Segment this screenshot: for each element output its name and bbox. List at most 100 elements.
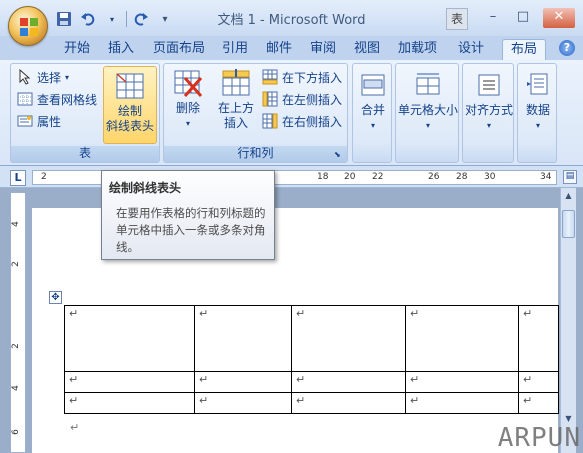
delete-button[interactable]: 删除 ▾ — [168, 68, 208, 131]
help-icon[interactable]: ? — [559, 40, 575, 56]
table-cell[interactable]: ↵ — [194, 392, 292, 414]
delete-table-icon — [174, 70, 203, 97]
table-cell[interactable]: ↵ — [194, 305, 292, 372]
draw-diagonal-header-button[interactable]: 绘制 斜线表头 — [103, 66, 157, 144]
insert-above-label-1: 在上方 — [217, 101, 254, 115]
draw-diagonal-label-2: 斜线表头 — [105, 119, 154, 133]
data-button[interactable]: 数据 ▾ — [520, 70, 556, 133]
ruler-tick: 26 — [428, 172, 440, 182]
table-cell[interactable]: ↵ — [291, 392, 406, 414]
insert-above-icon — [222, 69, 250, 96]
vruler-tick: 2 — [10, 261, 21, 267]
vruler-tick: 6 — [10, 429, 21, 435]
tab-home[interactable]: 开始 — [56, 39, 98, 60]
cell-size-button[interactable]: 单元格大小 ▾ — [398, 70, 458, 133]
table-cell[interactable]: ↵ — [405, 305, 519, 372]
table-row: ↵ ↵ ↵ ↵ ↵ — [64, 305, 559, 372]
table-cell[interactable]: ↵ — [518, 371, 559, 393]
group-table-label: 表 — [11, 146, 159, 162]
ribbon-tabs: 开始 插入 页面布局 引用 邮件 审阅 视图 加载项 设计 布局 ? — [0, 36, 583, 60]
ruler-row: L 2 18 20 22 26 28 30 34 ▤ — [0, 166, 583, 188]
watermark-logo: ARPUN — [497, 423, 581, 453]
alignment-button[interactable]: 对齐方式 ▾ — [463, 70, 515, 133]
group-table: 选择 ▾ 查看网格线 属性 绘制 斜线表头 表 — [10, 63, 160, 163]
office-button[interactable] — [8, 6, 48, 46]
table-move-handle-icon[interactable]: ✥ — [49, 291, 62, 304]
view-gridlines-button[interactable]: 查看网格线 — [17, 89, 97, 109]
group-cell-size: 单元格大小 ▾ — [395, 63, 459, 163]
properties-button[interactable]: 属性 — [17, 111, 61, 131]
ruler-tick: 2 — [41, 172, 47, 182]
tab-add-ins[interactable]: 加载项 — [390, 39, 445, 60]
document-table[interactable]: ↵ ↵ ↵ ↵ ↵ ↵ ↵ ↵ ↵ ↵ ↵ ↵ ↵ ↵ ↵ — [64, 305, 559, 414]
tab-design[interactable]: 设计 — [450, 39, 492, 60]
group-rows-columns: 删除 ▾ 在上方 插入 在下方插入 在左侧插入 在右侧插入 行和列 ⬊ — [163, 63, 348, 163]
tab-mailings[interactable]: 邮件 — [258, 39, 300, 60]
table-cell[interactable]: ↵ — [518, 305, 559, 372]
properties-icon — [17, 115, 33, 127]
cursor-arrow-icon — [19, 69, 31, 85]
alignment-dropdown-caret: ▾ — [486, 121, 491, 130]
ruler-tick: 18 — [317, 172, 329, 182]
table-cell[interactable]: ↵ — [64, 392, 195, 414]
insert-below-button[interactable]: 在下方插入 — [262, 67, 342, 87]
close-button[interactable]: ✕ — [543, 8, 575, 28]
ruler-tick: 22 — [372, 172, 384, 182]
super-tooltip: 绘制斜线表头 在要用作表格的行和列标题的单元格中插入一条或多条对角线。 — [101, 170, 275, 260]
vertical-ruler[interactable]: 4 2 2 4 6 — [10, 192, 26, 453]
table-cell[interactable]: ↵ — [64, 305, 195, 372]
ruler-tick: 34 — [540, 172, 552, 182]
cell-size-icon — [416, 73, 440, 95]
tooltip-title: 绘制斜线表头 — [109, 181, 182, 195]
tab-review[interactable]: 审阅 — [302, 39, 344, 60]
office-logo-icon — [20, 18, 38, 36]
tab-insert[interactable]: 插入 — [100, 39, 142, 60]
table-cell[interactable]: ↵ — [291, 371, 406, 393]
scroll-thumb[interactable] — [562, 210, 575, 238]
select-dropdown-caret: ▾ — [65, 72, 70, 82]
insert-right-icon — [262, 113, 278, 129]
view-ruler-icon[interactable]: ▤ — [563, 170, 577, 184]
delete-label: 删除 — [175, 101, 200, 115]
table-cell[interactable]: ↵ — [291, 305, 406, 372]
dialog-launcher-icon[interactable]: ⬊ — [334, 150, 344, 160]
insert-right-button[interactable]: 在右侧插入 — [262, 111, 342, 131]
tab-selector-icon[interactable]: L — [10, 170, 26, 186]
title-bar: ▾ ▾ 文档 1 - Microsoft Word 表 – □ ✕ — [0, 0, 583, 36]
tab-references[interactable]: 引用 — [214, 39, 256, 60]
table-cell[interactable]: ↵ — [405, 392, 519, 414]
table-cell[interactable]: ↵ — [194, 371, 292, 393]
tab-layout[interactable]: 布局 — [502, 39, 547, 60]
cell-size-label: 单元格大小 — [398, 103, 459, 117]
maximize-button[interactable]: □ — [510, 8, 536, 28]
paragraph-mark: ↵ — [70, 421, 80, 434]
tab-page-layout[interactable]: 页面布局 — [145, 39, 213, 60]
cell-size-dropdown-caret: ▾ — [425, 121, 430, 130]
merge-label: 合并 — [360, 103, 385, 117]
group-alignment: 对齐方式 ▾ — [462, 63, 514, 163]
data-label: 数据 — [525, 103, 550, 117]
data-icon — [527, 73, 548, 95]
table-cell[interactable]: ↵ — [64, 371, 195, 393]
vruler-tick: 4 — [10, 385, 21, 391]
ruler-tick: 28 — [456, 172, 468, 182]
select-button[interactable]: 选择 ▾ — [17, 67, 69, 87]
ruler-tick: 30 — [484, 172, 496, 182]
merge-dropdown-caret: ▾ — [370, 121, 375, 130]
alignment-label: 对齐方式 — [464, 103, 513, 117]
merge-button[interactable]: 合并 ▾ — [355, 70, 391, 133]
vertical-scrollbar[interactable]: ▲ ▼ — [560, 188, 576, 453]
table-cell[interactable]: ↵ — [405, 371, 519, 393]
scroll-up-icon[interactable]: ▲ — [563, 191, 574, 203]
insert-left-button[interactable]: 在左侧插入 — [262, 89, 342, 109]
table-row: ↵ ↵ ↵ ↵ ↵ — [64, 392, 559, 414]
minimize-button[interactable]: – — [480, 8, 506, 28]
tab-view[interactable]: 视图 — [346, 39, 388, 60]
group-merge: 合并 ▾ — [352, 63, 392, 163]
ribbon: 选择 ▾ 查看网格线 属性 绘制 斜线表头 表 删除 ▾ 在上方 插入 在下方插… — [0, 60, 583, 166]
insert-below-label: 在下方插入 — [282, 70, 343, 85]
insert-right-label: 在右侧插入 — [282, 114, 343, 129]
ruler-tick: 20 — [344, 172, 356, 182]
insert-above-button[interactable]: 在上方 插入 — [214, 68, 258, 131]
table-cell[interactable]: ↵ — [518, 392, 559, 414]
